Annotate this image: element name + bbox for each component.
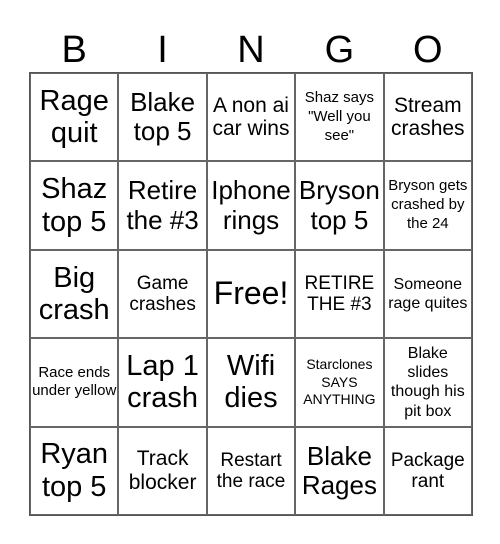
bingo-header: B I N G O [30, 28, 472, 72]
bingo-grid: Rage quit Blake top 5 A non ai car wins … [29, 72, 473, 516]
bingo-cell[interactable]: Blake Rages [295, 426, 384, 515]
bingo-cell[interactable]: Rage quit [30, 73, 119, 162]
header-letter-n: N [237, 29, 265, 71]
bingo-cell[interactable]: RETIRE THE #3 [295, 249, 384, 339]
bingo-cell[interactable]: Shaz says "Well you see" [295, 73, 384, 162]
bingo-cell[interactable]: Package rant [383, 426, 472, 515]
bingo-cell[interactable]: Iphone rings [206, 161, 296, 250]
bingo-cell[interactable]: Blake top 5 [118, 73, 207, 162]
bingo-cell[interactable]: Race ends under yellow [30, 338, 119, 427]
bingo-cell[interactable]: Someone rage quites [383, 249, 472, 339]
bingo-cell[interactable]: Blake slides though his pit box [383, 338, 472, 427]
header-letter-b: B [61, 29, 87, 71]
header-letter-g: G [324, 29, 355, 71]
free-space-cell[interactable]: Free! [206, 249, 296, 339]
bingo-cell[interactable]: Big crash [30, 249, 119, 339]
header-letter-o: O [412, 29, 443, 71]
bingo-cell[interactable]: Track blocker [118, 426, 207, 515]
bingo-cell[interactable]: Retire the #3 [118, 161, 207, 250]
bingo-cell[interactable]: A non ai car wins [206, 73, 296, 162]
bingo-cell[interactable]: Starclones SAYS ANYTHING [295, 338, 384, 427]
header-letter-i: I [157, 29, 168, 71]
bingo-cell[interactable]: Restart the race [206, 426, 296, 515]
bingo-cell[interactable]: Bryson gets crashed by the 24 [383, 161, 472, 250]
bingo-cell[interactable]: Stream crashes [383, 73, 472, 162]
bingo-cell[interactable]: Wifi dies [206, 338, 296, 427]
bingo-cell[interactable]: Shaz top 5 [30, 161, 119, 250]
bingo-cell[interactable]: Lap 1 crash [118, 338, 207, 427]
bingo-cell[interactable]: Bryson top 5 [295, 161, 384, 250]
bingo-cell[interactable]: Game crashes [118, 249, 207, 339]
bingo-cell[interactable]: Ryan top 5 [30, 426, 119, 515]
